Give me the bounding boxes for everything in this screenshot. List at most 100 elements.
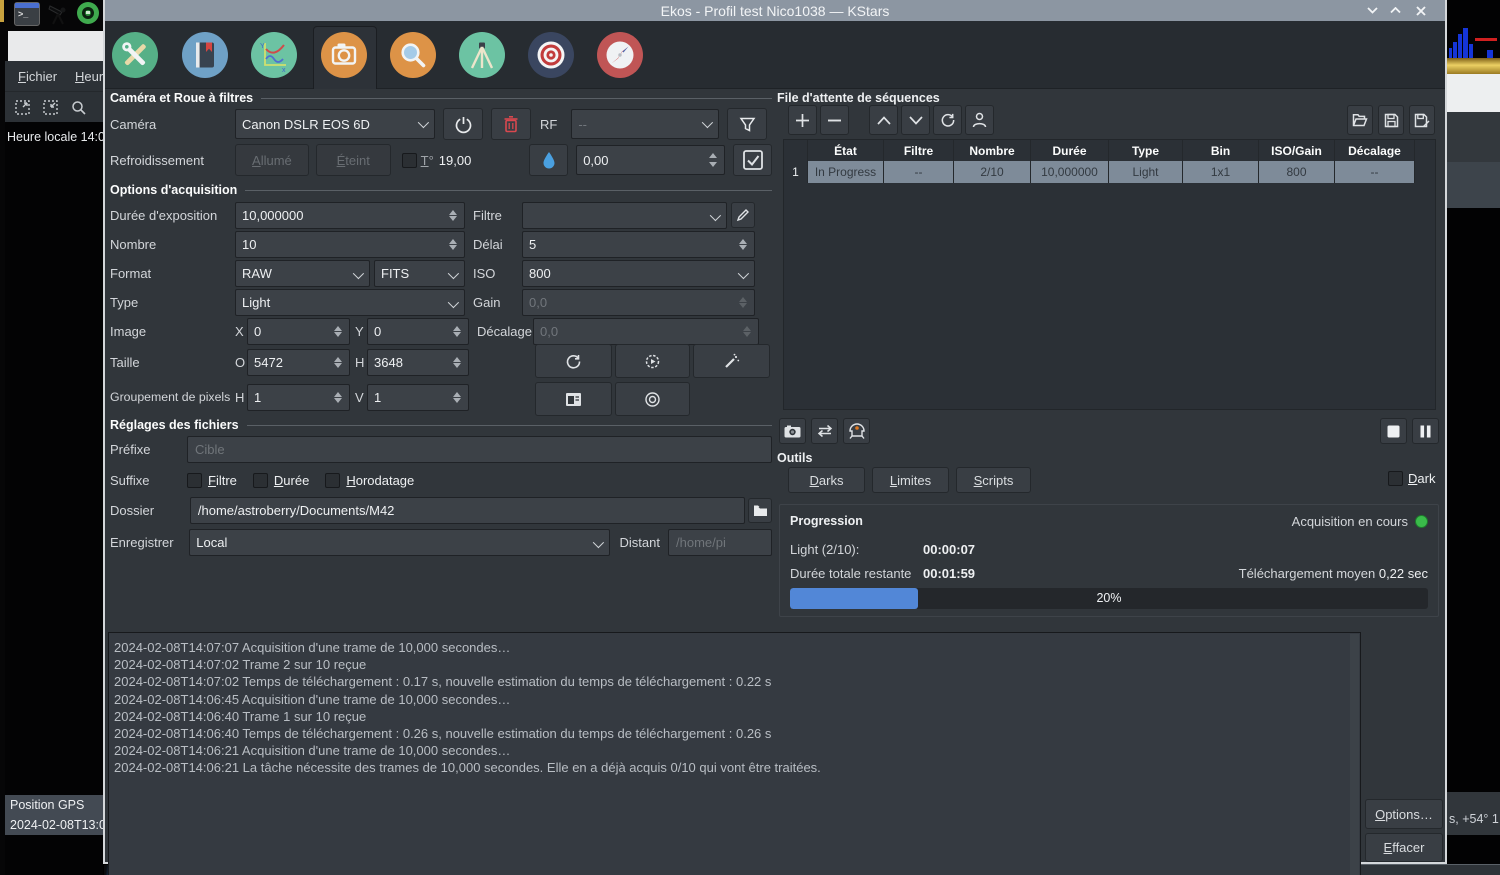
filterwheel-select[interactable]: -- <box>571 109 720 139</box>
suffix-duration-checkbox[interactable] <box>252 472 268 488</box>
show-preview-button[interactable] <box>535 382 612 416</box>
analyze-module-icon[interactable]: Yx <box>251 32 297 78</box>
titlebar[interactable]: Ekos - Profil test Nico1038 — KStars <box>105 0 1445 21</box>
capture-left-panel: Caméra et Roue à filtres Caméra Canon DS… <box>110 88 772 633</box>
exposure-spinbox[interactable]: 10,000000 <box>235 201 465 229</box>
exposure-label: Durée d'exposition <box>110 207 218 223</box>
browse-directory-button[interactable] <box>748 498 772 523</box>
zoom-in-icon[interactable] <box>14 99 31 116</box>
pause-button[interactable] <box>1412 418 1439 444</box>
camera-select[interactable]: Canon DSLR EOS 6D <box>235 109 435 139</box>
move-down-button[interactable] <box>901 105 930 135</box>
tools-header: Outils <box>777 451 813 465</box>
search-icon[interactable] <box>70 99 87 116</box>
cooling-setpoint-button[interactable] <box>529 144 569 176</box>
bin-h-spinbox[interactable]: 1 <box>247 383 350 411</box>
pause-icon <box>1420 425 1431 438</box>
offset-spinbox[interactable]: 0,0 <box>533 317 759 345</box>
remove-job-button[interactable] <box>820 105 849 135</box>
filter-edit-button[interactable] <box>731 202 755 228</box>
log-line: 2024-02-08T14:07:02 Temps de téléchargem… <box>114 674 772 690</box>
format-select[interactable]: RAW <box>235 259 370 287</box>
filterwheel-filter-button[interactable] <box>727 108 768 140</box>
loop-button[interactable] <box>811 418 838 444</box>
suffix-filter-checkbox[interactable] <box>187 472 202 488</box>
move-up-button[interactable] <box>869 105 898 135</box>
align-module-icon[interactable] <box>597 32 643 78</box>
filter-select[interactable] <box>522 201 727 229</box>
setpoint-spinbox[interactable]: 0,00 <box>576 145 726 175</box>
mount-module-icon[interactable] <box>459 32 505 78</box>
save-sequence-as-button[interactable] <box>1409 105 1435 135</box>
gear-play-icon <box>644 353 661 370</box>
cooler-on-button[interactable]: Allumé <box>235 144 309 176</box>
wand-button[interactable] <box>693 344 770 378</box>
height-spinbox[interactable]: 3648 <box>367 348 469 376</box>
observatory-button[interactable] <box>843 418 870 444</box>
dark-toggle: Dark <box>1388 471 1435 486</box>
sequence-queue-header: File d'attente de séquences <box>777 91 940 105</box>
camera-power-button[interactable] <box>443 108 483 140</box>
type-select[interactable]: Light <box>235 288 465 316</box>
guide-module-icon[interactable] <box>528 32 574 78</box>
capture-control-toolbar <box>779 418 870 444</box>
setup-module-icon[interactable] <box>112 32 158 78</box>
darks-button[interactable]: Darks <box>788 467 865 493</box>
start-framing-button[interactable] <box>779 418 806 444</box>
kstars-logo-icon[interactable] <box>76 1 100 25</box>
count-spinbox[interactable]: 10 <box>235 230 465 258</box>
iso-select[interactable]: 800 <box>522 259 755 287</box>
open-sequence-button[interactable] <box>1347 105 1373 135</box>
save-as-icon <box>1414 113 1430 128</box>
log-line: 2024-02-08T14:06:21 Acquisition d'une tr… <box>114 743 511 759</box>
stop-button[interactable] <box>1380 418 1407 444</box>
encoding-select[interactable]: FITS <box>374 259 465 287</box>
x-spinbox[interactable]: 0 <box>247 317 350 345</box>
options-button[interactable]: Options… <box>1365 799 1443 829</box>
cooling-toggle-checked-button[interactable] <box>733 144 772 176</box>
bin-v-spinbox[interactable]: 1 <box>367 383 469 411</box>
clear-log-button[interactable]: Effacer <box>1365 833 1443 862</box>
sequence-table[interactable]: État Filtre Nombre Durée Type Bin ISO/Ga… <box>783 139 1436 410</box>
remote-directory-input[interactable] <box>668 529 772 556</box>
limits-button[interactable]: Limites <box>872 467 949 493</box>
focus-module-icon[interactable] <box>390 32 436 78</box>
suffix-timestamp-checkbox[interactable] <box>325 472 341 488</box>
shade-icon[interactable] <box>1364 2 1381 19</box>
remaining-value: 00:01:59 <box>923 566 976 581</box>
camera-trash-button[interactable] <box>491 108 531 140</box>
delay-spinbox[interactable]: 5 <box>522 230 755 258</box>
menu-fichier[interactable]: Fichier <box>18 69 57 84</box>
zoom-out-icon[interactable] <box>42 99 59 116</box>
capture-preview-button[interactable] <box>615 344 690 378</box>
reset-frame-button[interactable] <box>535 344 612 378</box>
observer-button[interactable] <box>965 105 994 135</box>
queue-toolbar-right <box>1347 105 1435 135</box>
close-icon[interactable] <box>1412 2 1429 19</box>
width-spinbox[interactable]: 5472 <box>247 348 350 376</box>
terminal-icon[interactable] <box>14 2 40 26</box>
live-video-button[interactable] <box>615 382 690 416</box>
table-row[interactable]: 1 In Progress -- 2/10 10,000000 Light 1x… <box>784 161 1435 183</box>
dark-checkbox[interactable] <box>1388 471 1403 486</box>
cooler-off-button[interactable]: Éteint <box>315 144 391 176</box>
temperature-checkbox[interactable] <box>401 152 417 168</box>
save-mode-select[interactable]: Local <box>189 529 610 556</box>
log-view[interactable]: 2024-02-08T14:07:07 Acquisition d'une tr… <box>108 632 1361 875</box>
bin-h-label: H <box>235 389 245 405</box>
y-spinbox[interactable]: 0 <box>367 317 469 345</box>
gain-spinbox[interactable]: 0,0 <box>522 288 755 316</box>
reset-queue-button[interactable] <box>933 105 962 135</box>
scripts-button[interactable]: Scripts <box>956 467 1031 493</box>
prefix-input[interactable] <box>187 436 772 463</box>
telescope-icon[interactable] <box>46 0 72 26</box>
add-job-button[interactable] <box>788 105 817 135</box>
maximize-icon[interactable] <box>1387 2 1404 19</box>
prefix-label: Préfixe <box>110 442 151 457</box>
capture-module-icon[interactable] <box>321 32 367 78</box>
directory-input[interactable] <box>189 497 746 524</box>
scheduler-module-icon[interactable] <box>182 32 228 78</box>
save-sequence-button[interactable] <box>1378 105 1404 135</box>
log-scrollbar[interactable] <box>1350 634 1359 875</box>
save-icon <box>1384 113 1399 128</box>
